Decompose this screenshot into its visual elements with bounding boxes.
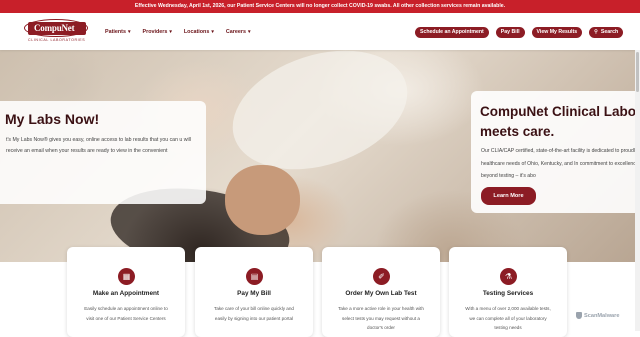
logo-name: CompuNet <box>34 23 75 33</box>
hero-photo-shape <box>225 165 300 235</box>
nav-label: Providers <box>142 29 168 35</box>
pay-bill-button[interactable]: Pay Bill <box>495 27 525 38</box>
intro-text: Our CLIA/CAP certified, state-of-the-art… <box>481 148 640 179</box>
nav-label: Locations <box>183 29 210 35</box>
nav-item-locations[interactable]: Locations ▾ <box>184 29 214 35</box>
service-card-testing-services[interactable]: ⚗ Testing Services With a menu of over 2… <box>449 247 567 337</box>
search-icon: ⚲ <box>594 29 598 35</box>
service-card-appointment[interactable]: ▦ Make an Appointment Easily schedule an… <box>67 247 185 337</box>
intro-title: CompuNet Clinical Labo meets care. <box>480 102 636 142</box>
chevron-down-icon: ▾ <box>127 29 131 35</box>
my-labs-now-text: t's My Labs Now® gives you easy, online … <box>6 137 191 154</box>
search-button[interactable]: ⚲ Search <box>589 27 624 38</box>
services-section: ▦ Make an Appointment Easily schedule an… <box>0 247 640 337</box>
learn-more-button[interactable]: Learn More <box>481 187 536 205</box>
service-title: Testing Services <box>482 290 534 297</box>
service-text: Take care of your bill online quickly an… <box>214 306 294 321</box>
chevron-down-icon: ▾ <box>247 29 251 35</box>
my-labs-now-card: My Labs Now! t's My Labs Now® gives you … <box>0 101 206 204</box>
service-text: With a menu of over 2,000 available test… <box>465 306 551 330</box>
lab-flask-icon: ⚗ <box>500 268 517 285</box>
compunet-intro-card: CompuNet Clinical Labo meets care. Our CL… <box>471 91 640 213</box>
logo-tagline: CLINICAL LABORATORIES <box>28 38 86 42</box>
service-text: Take a more active role in your health w… <box>338 306 424 330</box>
page-scrollbar[interactable] <box>635 50 640 331</box>
search-label: Search <box>600 29 619 35</box>
shield-icon <box>576 312 582 319</box>
view-results-button[interactable]: View My Results <box>531 27 583 38</box>
scanmalware-watermark: ScanMalware <box>576 312 619 319</box>
nav-label: Careers <box>225 29 246 35</box>
site-header: CompuNet CLINICAL LABORATORIES Patients ▾… <box>0 13 640 50</box>
service-text: Easily schedule an appointment online to… <box>84 306 168 321</box>
scrollbar-thumb[interactable] <box>636 52 639 92</box>
chevron-down-icon: ▾ <box>211 29 214 35</box>
schedule-appointment-button[interactable]: Schedule an Appointment <box>415 27 489 38</box>
calendar-icon: ▦ <box>118 268 135 285</box>
nav-item-careers[interactable]: Careers ▾ <box>226 29 251 35</box>
my-labs-now-title: My Labs Now! <box>5 111 100 127</box>
bill-icon: ▤ <box>246 268 263 285</box>
service-card-order-test[interactable]: ✐ Order My Own Lab Test Take a more acti… <box>322 247 440 337</box>
watermark-text: ScanMalware <box>584 312 620 319</box>
alert-banner: Effective Wednesday, April 1st, 2026, ou… <box>0 0 640 13</box>
service-title: Make an Appointment <box>92 290 160 297</box>
header-actions: Schedule an Appointment Pay Bill View My… <box>415 27 624 38</box>
intro-title-line2: meets care. <box>480 124 555 139</box>
intro-title-line1: CompuNet Clinical Labo <box>480 104 637 119</box>
nav-label: Patients <box>105 29 126 35</box>
chevron-down-icon: ▾ <box>169 29 172 35</box>
nav-item-providers[interactable]: Providers ▾ <box>143 29 172 35</box>
nav-item-patients[interactable]: Patients ▾ <box>105 29 131 35</box>
main-nav: Patients ▾ Providers ▾ Locations ▾ Careers ▾ <box>105 29 250 35</box>
compunet-logo[interactable]: CompuNet CLINICAL LABORATORIES <box>24 19 90 44</box>
service-title: Order My Own Lab Test <box>345 290 417 297</box>
service-card-pay-bill[interactable]: ▤ Pay My Bill Take care of your bill onl… <box>195 247 313 337</box>
test-tube-icon: ✐ <box>373 268 390 285</box>
service-title: Pay My Bill <box>237 290 271 297</box>
